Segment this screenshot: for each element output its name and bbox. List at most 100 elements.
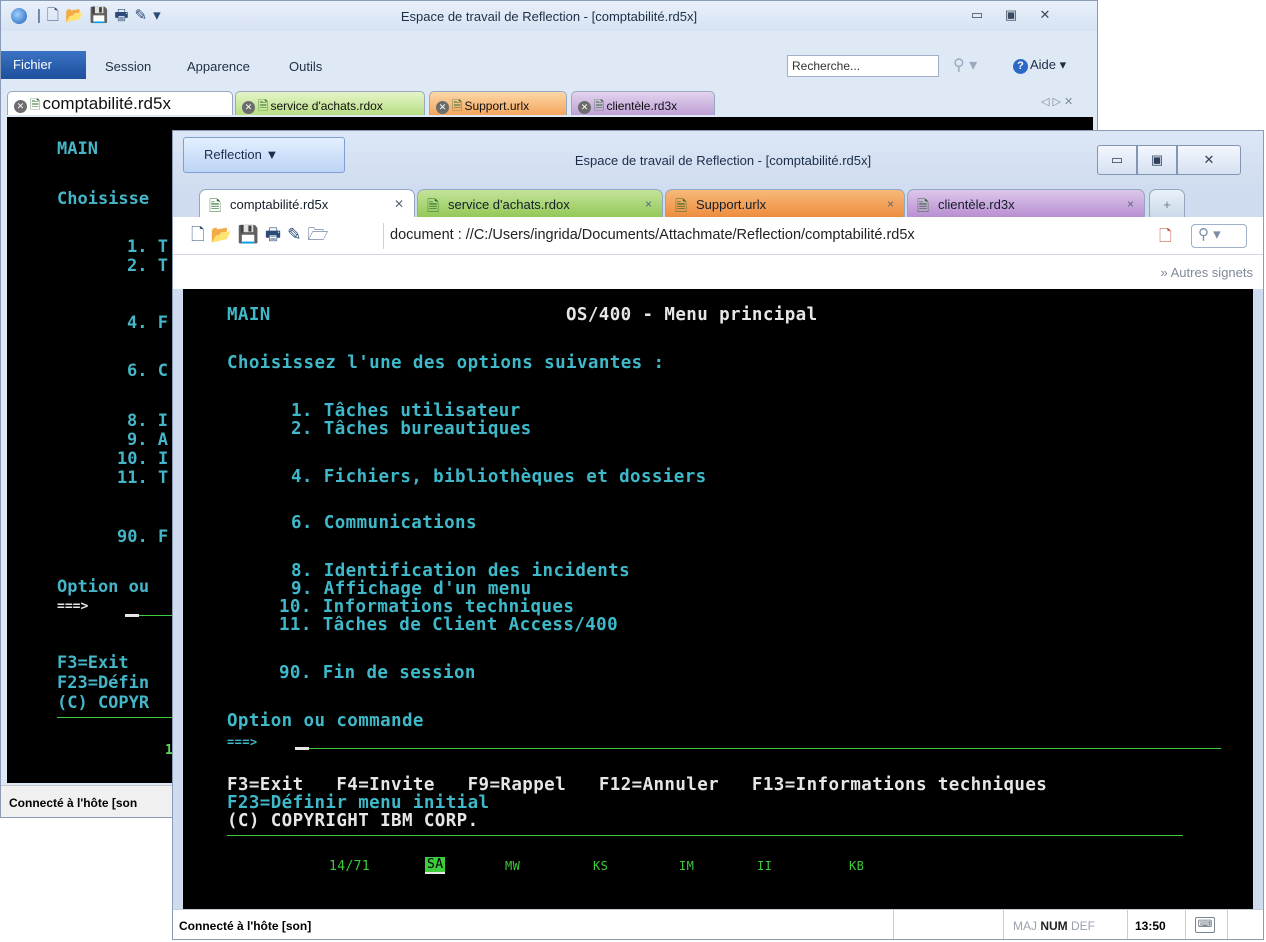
close-button[interactable]: ✕ — [1177, 145, 1241, 175]
minimize-icon: ▭ — [1110, 152, 1124, 167]
close-tab-icon[interactable]: × — [645, 197, 652, 211]
help-button[interactable]: ? Aide ▾ — [1013, 57, 1066, 74]
document-icon: 🗎 — [452, 98, 463, 113]
menu-option[interactable]: 8. Identification des incidents — [291, 561, 630, 581]
tab-label: Support.urlx — [696, 197, 767, 212]
print-icon[interactable]: 🖶 — [265, 226, 281, 244]
document-icon: 🗎 — [258, 98, 269, 113]
copyright-text: (C) COPYRIGHT IBM CORP. — [227, 811, 479, 831]
menu-option[interactable]: 4. Fichiers, bibliothèques et dossiers — [291, 467, 707, 487]
minimize-icon[interactable]: ▭ — [969, 7, 985, 23]
tab-label: comptabilité.rd5x — [42, 94, 171, 113]
bookmarks-bar: » Autres signets — [173, 255, 1263, 289]
status-separator — [893, 910, 894, 939]
chevron-double-down-icon: » — [1160, 265, 1168, 280]
tab-clientele[interactable]: ✕ 🗎 clientèle.rd3x — [571, 91, 715, 115]
oia-mw-indicator: MW — [505, 859, 521, 873]
open-folder-icon[interactable]: 📂 — [211, 226, 232, 244]
terminal-heading: OS/400 - Menu principal — [566, 305, 818, 325]
command-prompt-arrow: ===> — [57, 599, 89, 614]
keyboard-indicators: MAJ NUM DEF — [1013, 919, 1095, 933]
menu-fichier[interactable]: Fichier — [1, 51, 86, 79]
help-label: Aide — [1030, 57, 1057, 72]
tab-support[interactable]: ✕ 🗎 Support.urlx — [429, 91, 567, 115]
search-icon: ⚲ ▾ — [1198, 226, 1221, 243]
def-indicator: DEF — [1071, 919, 1096, 933]
search-input[interactable]: Recherche... — [787, 55, 939, 77]
reflection-menu-label: Reflection — [204, 147, 262, 162]
oia-kb-indicator: KB — [849, 859, 865, 873]
close-tab-icon[interactable]: ✕ — [242, 101, 255, 114]
menu-apparence[interactable]: Apparence — [187, 59, 250, 74]
menu-option[interactable]: 2. Tâches bureautiques — [291, 419, 532, 439]
tab-clientele[interactable]: 🗎 clientèle.rd3x × — [907, 189, 1145, 217]
menu-outils[interactable]: Outils — [289, 59, 322, 74]
keyboard-icon[interactable]: ⌨ — [1195, 917, 1215, 933]
close-tab-icon[interactable]: × — [887, 197, 894, 211]
copyright-text: (C) COPYR — [57, 693, 150, 713]
connection-status: Connecté à l'hôte [son] — [179, 919, 312, 933]
function-key-f3[interactable]: F3=Exit — [57, 653, 129, 673]
close-tab-icon[interactable]: × — [1127, 197, 1134, 211]
menu-option: 1. T — [127, 237, 168, 257]
status-separator — [1185, 910, 1186, 939]
terminal-screen-id: MAIN — [227, 305, 271, 325]
tab-service-achats[interactable]: 🗎 service d'achats.rdox × — [417, 189, 663, 217]
bookmark-icon[interactable]: 🗋 — [1159, 225, 1172, 252]
close-icon[interactable]: ✕ — [1037, 7, 1053, 23]
maximize-icon[interactable]: ▣ — [1003, 7, 1019, 23]
new-document-icon[interactable]: 🗋 — [191, 226, 205, 244]
tab-label: service d'achats.rdox — [448, 197, 570, 212]
front-terminal-screen[interactable]: MAIN OS/400 - Menu principal Choisissez … — [183, 289, 1253, 909]
tab-support[interactable]: 🗎 Support.urlx × — [665, 189, 905, 217]
menu-option[interactable]: 11. Tâches de Client Access/400 — [279, 615, 618, 635]
edit-icon[interactable]: ✎ — [287, 226, 301, 244]
command-input-line[interactable] — [309, 748, 1221, 749]
close-tab-icon[interactable]: ✕ — [578, 101, 591, 114]
minimize-button[interactable]: ▭ — [1097, 145, 1137, 175]
oia-ii-indicator: II — [757, 859, 773, 873]
tab-label: Support.urlx — [464, 99, 530, 113]
terminal-cursor — [295, 747, 309, 750]
close-icon: ✕ — [1203, 152, 1215, 167]
menu-option[interactable]: 6. Communications — [291, 513, 477, 533]
menu-session[interactable]: Session — [105, 59, 151, 74]
close-tab-icon[interactable]: ✕ — [436, 101, 449, 114]
close-tab-icon[interactable]: ✕ — [14, 100, 27, 113]
new-tab-button[interactable]: + — [1149, 189, 1185, 217]
address-search-button[interactable]: ⚲ ▾ — [1191, 224, 1247, 248]
caps-indicator: MAJ — [1013, 919, 1037, 933]
divider-line — [57, 717, 179, 718]
maximize-icon: ▣ — [1150, 152, 1164, 167]
front-quick-access-toolbar: 🗋 📂 💾 🖶 ✎ 🗁 — [191, 226, 328, 244]
function-keys[interactable]: F3=Exit F4=Invite F9=Rappel F12=Annuler … — [227, 775, 1047, 795]
terminal-prompt-text: Choisisse — [57, 189, 150, 209]
menu-option: 9. A — [127, 430, 168, 450]
function-key-f23[interactable]: F23=Définir menu initial — [227, 793, 489, 813]
tab-service-achats[interactable]: ✕ 🗎 service d'achats.rdox — [235, 91, 425, 115]
menu-option[interactable]: 9. Affichage d'un menu — [291, 579, 532, 599]
function-key-f23[interactable]: F23=Défin — [57, 673, 149, 693]
tab-comptabilite[interactable]: ✕ 🗎 comptabilité.rd5x — [7, 91, 233, 115]
address-field[interactable]: document : //C:/Users/ingrida/Documents/… — [383, 223, 1173, 249]
divider-line — [227, 835, 1183, 836]
tab-label: service d'achats.rdox — [270, 99, 383, 113]
tab-comptabilite[interactable]: 🗎 comptabilité.rd5x ✕ — [199, 189, 415, 217]
tab-scroll-icon[interactable]: ◁ ▷ ✕ — [1041, 95, 1073, 108]
other-bookmarks-link[interactable]: » Autres signets — [1160, 265, 1253, 280]
open-recent-icon[interactable]: 🗁 — [307, 226, 328, 244]
menu-option[interactable]: 1. Tâches utilisateur — [291, 401, 521, 421]
back-tab-strip: ✕ 🗎 comptabilité.rd5x ✕ 🗎 service d'achats.r… — [1, 89, 1097, 117]
menu-option[interactable]: 10. Informations techniques — [279, 597, 574, 617]
status-separator — [1227, 910, 1228, 939]
search-icon[interactable]: ⚲ ▾ — [953, 55, 977, 75]
front-window[interactable]: Reflection ▼ Espace de travail de Reflec… — [172, 130, 1264, 940]
menu-option[interactable]: 90. Fin de session — [279, 663, 476, 683]
reflection-menu-button[interactable]: Reflection ▼ — [183, 137, 345, 173]
command-prompt-arrow: ===> — [227, 735, 258, 749]
maximize-button[interactable]: ▣ — [1137, 145, 1177, 175]
save-icon[interactable]: 💾 — [238, 226, 259, 244]
close-tab-icon[interactable]: ✕ — [394, 197, 404, 211]
tab-label: clientèle.rd3x — [938, 197, 1015, 212]
document-icon: 🗎 — [594, 98, 605, 113]
